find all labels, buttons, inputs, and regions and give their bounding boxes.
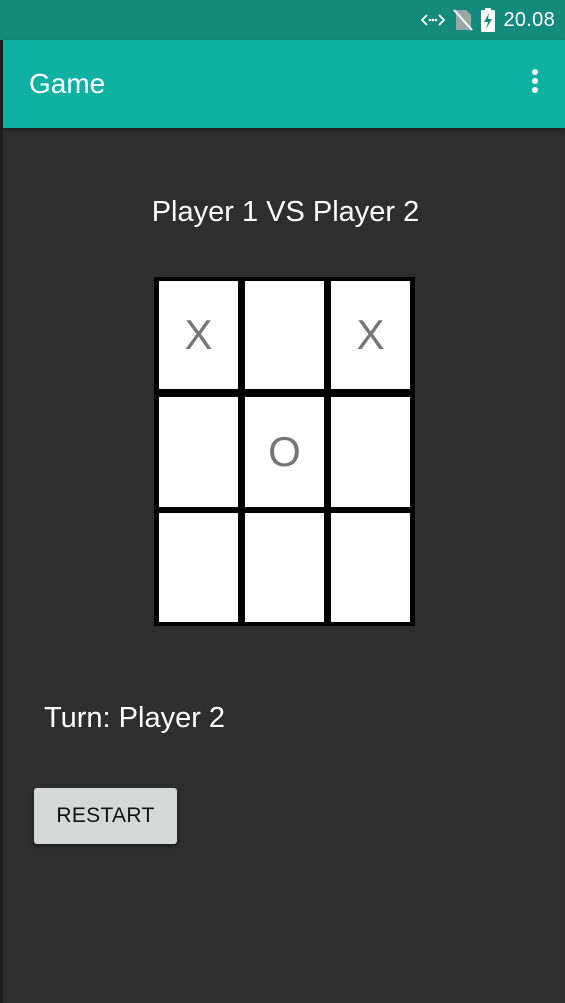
board-cell-1[interactable]: X <box>159 281 238 389</box>
app-bar: Game <box>3 40 565 128</box>
status-icons: 20.08 <box>421 0 555 40</box>
board-cell-6[interactable] <box>331 397 410 507</box>
app-title: Game <box>29 68 106 99</box>
restart-button[interactable]: RESTART <box>34 788 177 844</box>
data-sync-icon <box>421 13 446 27</box>
battery-charging-icon <box>481 8 496 32</box>
board-cell-9[interactable] <box>331 513 410 622</box>
board-cell-2[interactable] <box>245 281 324 389</box>
board-cell-7[interactable] <box>159 513 238 622</box>
status-time: 20.08 <box>503 8 555 31</box>
match-title: Player 1 VS Player 2 <box>151 196 420 228</box>
window-edge <box>0 40 3 1003</box>
turn-label: Turn: Player 2 <box>44 702 226 734</box>
board-cell-4[interactable] <box>159 397 238 507</box>
more-vert-icon[interactable] <box>523 66 547 102</box>
board-cell-3[interactable]: X <box>331 281 410 389</box>
no-sim-icon <box>453 9 474 31</box>
game-board: X X O <box>154 277 415 626</box>
status-bar: 20.08 <box>0 0 565 40</box>
board-cell-8[interactable] <box>245 513 324 622</box>
board-cell-5[interactable]: O <box>245 397 324 507</box>
